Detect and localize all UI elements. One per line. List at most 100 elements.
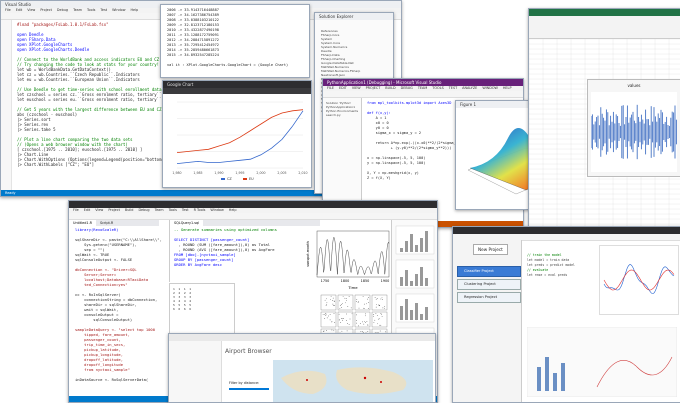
- scatter-point: [349, 318, 351, 320]
- mini-bar: [425, 278, 428, 286]
- editor-tab[interactable]: Untitled1.R: [69, 220, 97, 226]
- mini-bar: [425, 231, 428, 252]
- menu-item-7[interactable]: Test: [100, 8, 107, 12]
- mini-bar: [415, 245, 418, 252]
- menu-item-5[interactable]: Team: [73, 8, 82, 12]
- scatter-point: [332, 297, 334, 299]
- mini-bar: [405, 299, 408, 320]
- scatter-point: [356, 299, 358, 300]
- matrix-cell: [337, 311, 354, 328]
- menu-item-4[interactable]: Build: [125, 208, 134, 212]
- mini-bar: [400, 277, 403, 286]
- scatter-point: [329, 314, 331, 315]
- menu-item-10[interactable]: Window: [210, 208, 223, 212]
- menu-item-6[interactable]: TEAM: [418, 86, 427, 90]
- scatter-point: [363, 323, 365, 325]
- fsharp-code[interactable]: #load "packages/FsLab.1.0.1/FsLab.fsx" o…: [17, 22, 177, 190]
- scatter-point: [330, 298, 331, 300]
- line-chart: 1,980 1,985 1,990 1,995 2,000 2,005 2,010 CZ EU: [163, 94, 311, 187]
- menu-item-6[interactable]: Tools: [87, 8, 95, 12]
- scatter-point: [325, 305, 327, 306]
- menu-item-6[interactable]: Team: [155, 208, 164, 212]
- scatter-point: [358, 325, 359, 327]
- menu-item-4[interactable]: BUILD: [385, 86, 395, 90]
- menu-item-4[interactable]: Debug: [57, 8, 68, 12]
- mini-bar: [415, 274, 418, 286]
- menu-item-0[interactable]: FILE: [327, 86, 334, 90]
- menu-item-10[interactable]: WINDOW: [482, 86, 498, 90]
- menu-item-3[interactable]: PROJECT: [366, 86, 381, 90]
- menu-item-2[interactable]: VIEW: [352, 86, 361, 90]
- menu-item-3[interactable]: Project: [108, 208, 120, 212]
- scatter-point: [384, 306, 386, 308]
- menu-item-2[interactable]: View: [95, 208, 103, 212]
- sql-code[interactable]: -- Generate summaries using optimized co…: [174, 228, 320, 282]
- code-line: let euschool = series eu.``Gross enrolme…: [17, 97, 162, 102]
- scatter-point: [341, 318, 342, 319]
- scatter-point: [342, 302, 343, 304]
- scatter-point: [363, 307, 364, 309]
- menu-item-2[interactable]: View: [27, 8, 35, 12]
- menu-item-1[interactable]: EDIT: [339, 86, 347, 90]
- scatter-point: [366, 303, 367, 305]
- scatter-point: [365, 322, 366, 323]
- menu-item-9[interactable]: R Tools: [194, 208, 206, 212]
- scatter-point: [377, 323, 379, 325]
- scatter-point: [325, 298, 327, 300]
- mini-bar: [400, 306, 403, 320]
- project-type-button[interactable]: Classifier Project: [457, 266, 521, 277]
- actual-line: [603, 264, 675, 294]
- menu-item-9[interactable]: Help: [130, 8, 138, 12]
- x-tick-label: 1,980: [172, 171, 181, 175]
- legend-swatch: [243, 178, 247, 180]
- r-titlebar: [69, 201, 437, 208]
- distance-slider[interactable]: [229, 388, 269, 390]
- scatter-point: [326, 303, 328, 305]
- distance-filter-label: Filter by distance:: [229, 381, 260, 385]
- sunspot-time-series: 1750 1800 1850 1900 Time sunspot.month: [305, 227, 391, 291]
- scatter-point: [329, 319, 331, 321]
- ml-code[interactable]: // train the model let model = train data…: [527, 245, 597, 325]
- project-type-button[interactable]: Regression Project: [457, 292, 521, 303]
- menu-item-8[interactable]: Window: [112, 8, 125, 12]
- menu-item-5[interactable]: Debug: [138, 208, 149, 212]
- sql-line: ORDER BY AvgFare desc: [174, 263, 223, 267]
- menu-item-1[interactable]: Edit: [16, 8, 23, 12]
- menu-item-3[interactable]: Project: [40, 8, 52, 12]
- scatter-point: [363, 307, 365, 309]
- r-tabstrip[interactable]: Untitled1.R Script.R: [69, 220, 159, 226]
- scatter-point: [333, 313, 335, 314]
- scatter-point: [355, 301, 357, 302]
- scatter-point: [325, 313, 327, 315]
- menu-item-8[interactable]: TEST: [449, 86, 457, 90]
- scatter-point: [373, 322, 375, 324]
- menu-item-5[interactable]: DEBUG: [401, 86, 413, 90]
- scatter-point: [350, 307, 352, 309]
- menu-item-1[interactable]: Edit: [84, 208, 91, 212]
- menu-item-11[interactable]: HELP: [503, 86, 512, 90]
- r-code[interactable]: library(RevoScaleR) sqlShareDir <- paste…: [75, 228, 170, 394]
- menu-item-7[interactable]: TOOLS: [432, 86, 443, 90]
- scatter-point: [357, 302, 359, 303]
- scatter-point: [346, 313, 347, 315]
- editor-tab[interactable]: Script.R: [96, 220, 117, 226]
- scatter-point: [382, 299, 383, 300]
- project-type-button[interactable]: Clustering Project: [457, 279, 521, 290]
- scatter-point: [375, 313, 377, 315]
- scatter-point: [380, 313, 382, 314]
- sql-editor: SQLQuery1.sql -- Generate summaries usin…: [169, 220, 320, 282]
- y-axis-label: sunspot.month: [306, 241, 310, 266]
- scatter-point: [345, 298, 347, 299]
- menu-item-0[interactable]: File: [5, 8, 11, 12]
- menu-item-11[interactable]: Help: [229, 208, 237, 212]
- scatter-point: [381, 297, 383, 299]
- scatter-point: [376, 298, 378, 299]
- scatter-point: [340, 304, 342, 305]
- mini-bar: [410, 310, 413, 320]
- sunspot-line: [316, 236, 390, 276]
- menu-item-9[interactable]: ANALYZE: [462, 86, 477, 90]
- menu-item-0[interactable]: File: [73, 208, 79, 212]
- menu-item-7[interactable]: Tools: [169, 208, 177, 212]
- mini-bar: [405, 270, 408, 286]
- menu-item-8[interactable]: Test: [182, 208, 189, 212]
